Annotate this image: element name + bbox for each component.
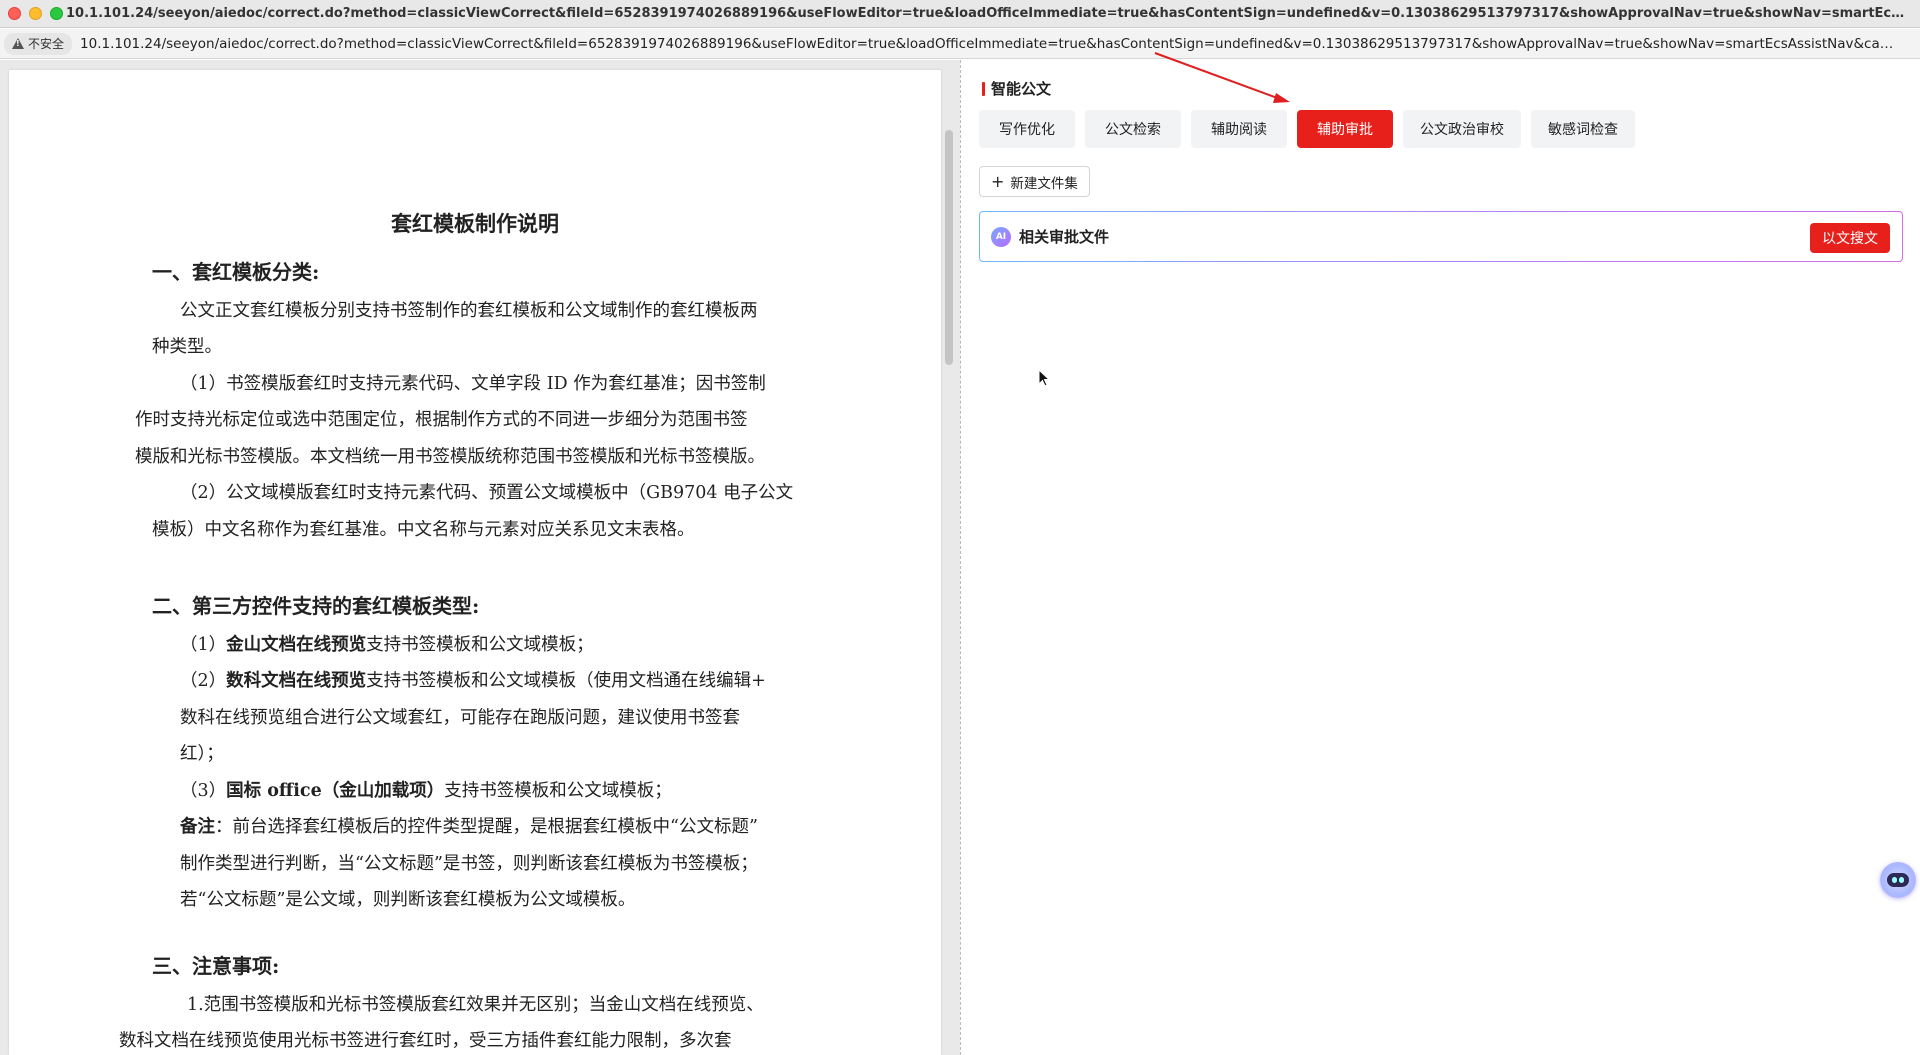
tab-assisted-approval[interactable]: 辅助审批 [1297,110,1393,148]
document-scrollbar[interactable] [945,130,953,365]
new-file-set-label: 新建文件集 [1010,175,1078,192]
window-controls [0,7,66,20]
robot-icon [1887,873,1909,887]
note-line: 备注：前台选择套红模板后的控件类型提醒，是根据套红模板中“公文标题” [180,817,758,837]
paragraph-line: 模版和光标书签模版。本文档统一用书签模版统称范围书签模版和光标书签模版。 [135,447,765,467]
paragraph-line: 数科文档在线预览使用光标书签进行套红时，受三方插件套红能力限制，多次套 [119,1031,732,1051]
paragraph-line: 1.范围书签模版和光标书签模版套红效果并无区别；当金山文档在线预览、 [187,995,764,1015]
ai-assistant-float-button[interactable] [1880,862,1916,898]
minimize-window-button[interactable] [29,7,42,20]
address-bar[interactable]: 不安全 10.1.101.24/seeyon/aiedoc/correct.do… [0,29,1920,59]
search-by-text-button[interactable]: 以文搜文 [1810,223,1890,253]
section-heading: 三、注意事项: [152,954,280,978]
paragraph-line: 红）； [180,744,224,764]
section-heading: 一、套红模板分类: [152,260,320,284]
paragraph-line: 作时支持光标定位或选中范围定位，根据制作方式的不同进一步细分为范围书签 [135,410,748,430]
new-file-set-button[interactable]: + 新建文件集 [979,166,1090,197]
paragraph-line: 种类型。 [152,337,222,357]
window-titlebar: 10.1.101.24/seeyon/aiedoc/correct.do?met… [0,0,1920,28]
document-title: 套红模板制作说明 [391,211,559,236]
paragraph-line: 若“公文标题”是公文域，则判断该套红模板为公文域模板。 [180,890,636,910]
paragraph-line: 制作类型进行判断，当“公文标题”是书签，则判断该套红模板为书签模板； [180,854,758,874]
security-label: 不安全 [28,37,65,51]
card-label: 相关审批文件 [1019,228,1110,246]
url-field[interactable]: 10.1.101.24/seeyon/aiedoc/correct.do?met… [80,36,1900,52]
tab-assisted-reading[interactable]: 辅助阅读 [1191,110,1287,148]
warning-icon [12,38,24,49]
ai-icon: AI [991,226,1011,247]
panel-title: 智能公文 [982,78,1051,99]
paragraph-line: 模板）中文名称作为套红基准。中文名称与元素对应关系见文末表格。 [152,520,695,540]
paragraph-line: 数科在线预览组合进行公文域套红，可能存在跑版问题，建议使用书签套 [180,708,740,728]
document-page: 套红模板制作说明 一、套红模板分类: 公文正文套红模板分别支持书签制作的套红模板… [9,70,941,1055]
paragraph-line: （2）公文域模版套红时支持元素代码、预置公文域模板中（GB9704 电子公文 [180,483,794,503]
window-title: 10.1.101.24/seeyon/aiedoc/correct.do?met… [66,6,1906,21]
mouse-cursor-icon [1038,369,1051,387]
tab-writing-optimize[interactable]: 写作优化 [979,110,1075,148]
smart-document-panel: 智能公文 写作优化 公文检索 辅助阅读 辅助审批 公文政治审校 敏感词检查 + … [961,60,1920,1055]
close-window-button[interactable] [8,7,21,20]
list-item: （1）金山文档在线预览支持书签模板和公文域模板； [180,635,594,655]
plus-icon: + [991,171,1005,191]
paragraph-line: 公文正文套红模板分别支持书签制作的套红模板和公文域制作的套红模板两 [180,301,758,321]
list-item: （2）数科文档在线预览支持书签模板和公文域模板（使用文档通在线编辑+ [180,671,766,691]
tab-political-review[interactable]: 公文政治审校 [1403,110,1521,148]
security-indicator[interactable]: 不安全 [4,32,73,55]
panel-title-text: 智能公文 [991,80,1052,98]
tab-document-search[interactable]: 公文检索 [1085,110,1181,148]
list-item: （3）国标 office（金山加载项）支持书签模板和公文域模板； [180,781,672,801]
section-heading: 二、第三方控件支持的套红模板类型: [152,594,480,618]
document-viewer: 套红模板制作说明 一、套红模板分类: 公文正文套红模板分别支持书签制作的套红模板… [0,60,960,1055]
tab-sensitive-word-check[interactable]: 敏感词检查 [1531,110,1635,148]
feature-tabs: 写作优化 公文检索 辅助阅读 辅助审批 公文政治审校 敏感词检查 [979,110,1635,148]
related-approval-files-card[interactable]: AI 相关审批文件 以文搜文 [979,211,1903,262]
title-accent-bar [982,81,985,96]
maximize-window-button[interactable] [50,7,63,20]
paragraph-line: （1）书签模版套红时支持元素代码、文单字段 ID 作为套红基准；因书签制 [180,374,766,394]
